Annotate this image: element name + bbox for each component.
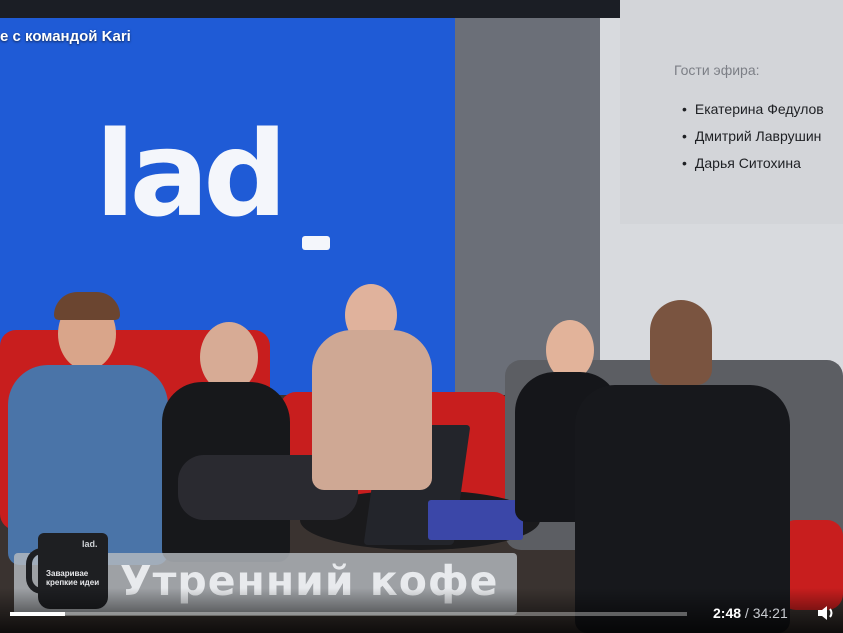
time-separator: /: [744, 605, 749, 621]
volume-icon[interactable]: [816, 604, 836, 622]
total-time: 34:21: [752, 605, 788, 621]
laptop-screen-glow: [428, 500, 523, 540]
guest-name: Дмитрий Лаврушин: [682, 123, 824, 150]
guest-name: Екатерина Федулов: [682, 96, 824, 123]
guests-panel: Гости эфира: Екатерина Федулов Дмитрий Л…: [620, 0, 843, 224]
guests-heading: Гости эфира:: [674, 62, 760, 78]
person-3-body: [312, 330, 432, 490]
mug-slogan: Заваривае крепкие идеи: [46, 569, 100, 587]
video-player[interactable]: lad е с командой Kari Гости эфира: Екате…: [0, 0, 843, 633]
video-title[interactable]: е с командой Kari: [0, 28, 131, 45]
person-1-hair: [54, 292, 120, 320]
person-4-head: [546, 320, 594, 380]
lad-logo-underscore: [302, 236, 330, 250]
progress-played: [10, 612, 66, 616]
guests-list: Екатерина Федулов Дмитрий Лаврушин Дарья…: [682, 96, 824, 177]
current-time: 2:48: [713, 605, 742, 621]
time-display: 2:48 / 34:21: [713, 605, 788, 621]
person-5-head: [650, 300, 712, 385]
progress-bar[interactable]: [10, 612, 687, 616]
mug-logo: lad.: [82, 539, 98, 549]
lad-wall-logo: lad: [95, 105, 288, 243]
guest-name: Дарья Ситохина: [682, 150, 824, 177]
